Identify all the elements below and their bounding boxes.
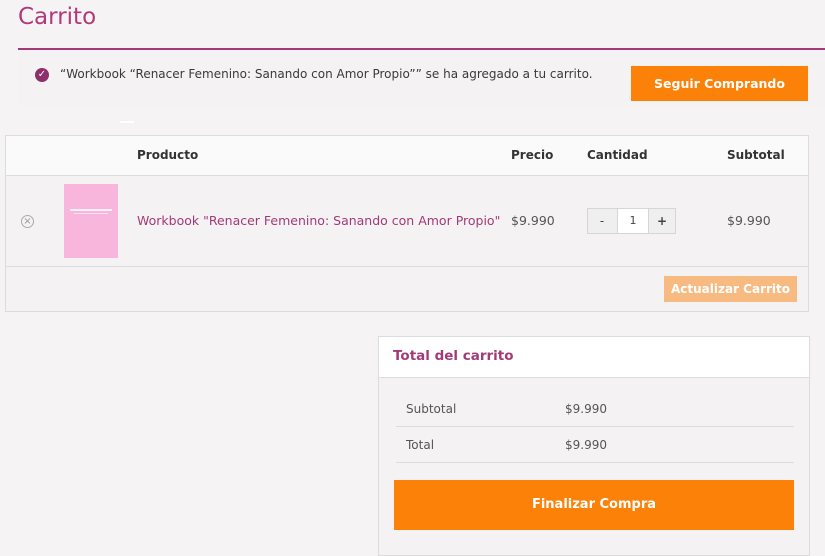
cart-notice: ✓ “Workbook “Renacer Femenino: Sanando c… — [18, 48, 825, 106]
header-product: Producto — [137, 148, 199, 162]
thumbnail-subtitle-line — [74, 213, 108, 214]
totals-divider — [396, 426, 794, 427]
totals-subtotal-label: Subtotal — [406, 402, 457, 416]
remove-item-icon[interactable]: × — [21, 215, 34, 228]
quantity-stepper: - 1 + — [587, 208, 676, 234]
cart-totals-header: Total del carrito — [379, 337, 809, 378]
quantity-increase-button[interactable]: + — [648, 209, 676, 233]
product-name-link[interactable]: Workbook "Renacer Femenino: Sanando con … — [137, 213, 500, 228]
quantity-input[interactable]: 1 — [617, 209, 649, 233]
divider — [120, 121, 134, 123]
cart-table: Producto Precio Cantidad Subtotal × Work… — [5, 135, 809, 312]
thumbnail-title-line — [70, 209, 112, 211]
cart-table-header: Producto Precio Cantidad Subtotal — [6, 136, 808, 176]
product-subtotal: $9.990 — [727, 213, 771, 228]
product-price: $9.990 — [511, 213, 555, 228]
row-divider — [6, 266, 808, 267]
header-subtotal: Subtotal — [727, 148, 785, 162]
check-circle-icon: ✓ — [35, 68, 49, 82]
totals-divider — [396, 462, 794, 463]
header-price: Precio — [511, 148, 554, 162]
checkout-button[interactable]: Finalizar Compra — [394, 480, 794, 530]
notice-message: “Workbook “Renacer Femenino: Sanando con… — [60, 67, 593, 81]
product-thumbnail[interactable] — [64, 184, 118, 258]
cart-totals: Total del carrito Subtotal $9.990 Total … — [378, 336, 810, 556]
totals-total-value: $9.990 — [565, 438, 607, 452]
quantity-decrease-button[interactable]: - — [588, 209, 616, 233]
totals-subtotal-value: $9.990 — [565, 402, 607, 416]
update-cart-button[interactable]: Actualizar Carrito — [664, 276, 797, 302]
cart-totals-title: Total del carrito — [393, 348, 514, 364]
continue-shopping-button[interactable]: Seguir Comprando — [631, 66, 808, 101]
header-quantity: Cantidad — [587, 148, 648, 162]
totals-total-label: Total — [406, 438, 435, 452]
page-title: Carrito — [18, 4, 97, 30]
